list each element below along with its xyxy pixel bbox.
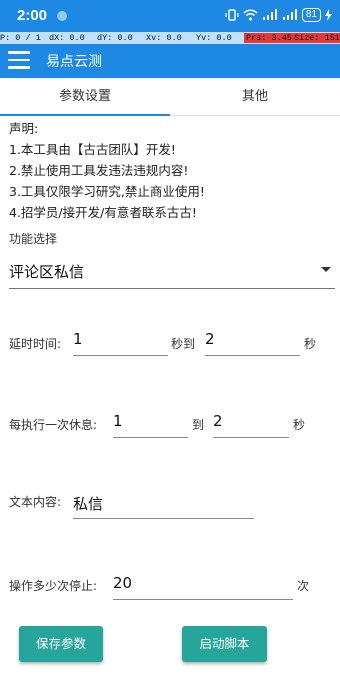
text-content-input[interactable]: 私信: [73, 489, 254, 519]
overlay-yv: Yv: 0.0: [196, 33, 232, 43]
overlay-pressure: Prs: 3.45: [244, 33, 294, 43]
stop-after-input[interactable]: 20: [113, 570, 293, 600]
app-title: 易点云测: [46, 54, 102, 70]
delay-to-input[interactable]: 2: [205, 326, 300, 356]
notice-line: 1.本工具由【古古团队】开发!: [9, 142, 176, 157]
status-bar: 2:00 81: [0, 0, 340, 32]
signal-icon: [262, 9, 277, 20]
overlay-size: Size: 151.50: [292, 33, 340, 43]
overlay-pointer-count: P: 0 / 1: [0, 33, 41, 43]
overlay-xv: Xv: 0.0: [146, 33, 182, 43]
function-select-label: 功能选择: [9, 232, 58, 246]
tab-other[interactable]: 其他: [170, 78, 340, 116]
delay-unit: 秒: [304, 337, 317, 351]
delay-from-value: 1: [73, 330, 83, 348]
menu-icon[interactable]: [8, 51, 30, 71]
delay-to-value: 2: [205, 330, 215, 348]
save-params-button[interactable]: 保存参数: [19, 626, 103, 662]
signal-icon: [282, 9, 297, 20]
text-content-value: 私信: [73, 495, 104, 513]
function-select[interactable]: 评论区私信: [9, 253, 335, 289]
notice-line: 3.工具仅限学习研究,禁止商业使用!: [9, 184, 205, 199]
start-script-button[interactable]: 启动脚本: [182, 626, 267, 662]
rest-from-value: 1: [113, 412, 123, 430]
vibrate-icon: [225, 9, 239, 21]
charging-icon: [325, 9, 332, 21]
rest-unit: 秒: [293, 418, 306, 432]
delay-from-input[interactable]: 1: [73, 326, 168, 356]
status-time: 2:00: [17, 7, 48, 24]
text-content-label: 文本内容:: [9, 495, 62, 509]
delay-label: 延时时间:: [9, 337, 62, 351]
notice-block: 声明: 1.本工具由【古古团队】开发! 2.禁止使用工具发违法违规内容! 3.工…: [9, 118, 205, 223]
stop-after-value: 20: [113, 574, 133, 592]
function-select-value: 评论区私信: [9, 263, 85, 281]
delay-separator: 秒到: [171, 337, 196, 351]
rest-to-input[interactable]: 2: [213, 408, 289, 438]
stop-after-label: 操作多少次停止:: [9, 579, 98, 593]
app-bar: 易点云测: [0, 44, 340, 78]
wifi-icon: [243, 9, 258, 21]
notice-line: 2.禁止使用工具发违法违规内容!: [9, 163, 189, 178]
notification-dot-icon: [57, 11, 67, 21]
tab-params[interactable]: 参数设置: [0, 78, 170, 116]
battery-level: 81: [301, 8, 321, 22]
rest-label: 每执行一次休息:: [9, 418, 98, 432]
overlay-dy: dY: 0.0: [97, 33, 133, 43]
status-icons: 81: [225, 8, 332, 22]
overlay-dx: dX: 0.0: [49, 33, 85, 43]
rest-from-input[interactable]: 1: [113, 408, 188, 438]
pointer-location-overlay: P: 0 / 1 dX: 0.0 dY: 0.0 Xv: 0.0 Yv: 0.0…: [0, 32, 340, 44]
dropdown-arrow-icon: [321, 267, 331, 272]
active-tab-indicator: [0, 114, 170, 116]
notice-line: 4.招学员/接开发/有意者联系古古!: [9, 205, 197, 220]
rest-separator: 到: [192, 418, 205, 432]
stop-after-unit: 次: [297, 579, 310, 593]
rest-to-value: 2: [213, 412, 223, 430]
notice-title: 声明:: [9, 121, 39, 136]
tab-bar: 参数设置 其他: [0, 78, 340, 116]
